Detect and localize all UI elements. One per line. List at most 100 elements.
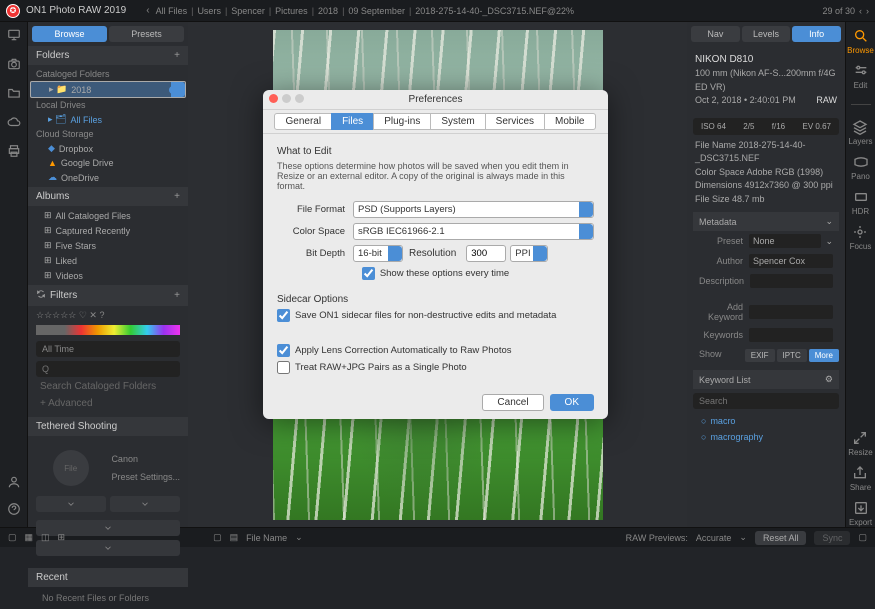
color-space-select[interactable]: sRGB IEC61966-2.1 [353,223,594,240]
sync-button[interactable]: Sync [814,531,850,545]
cloud-storage[interactable]: Cloud Storage [28,127,188,141]
album-liked[interactable]: ⊞ Liked [28,253,188,268]
view-compare-icon[interactable]: ◫ [41,532,50,543]
user-icon[interactable] [7,475,21,492]
ok-button[interactable]: OK [550,394,594,411]
cloud-icon[interactable] [7,115,21,132]
raw-previews-mode[interactable]: Accurate [696,533,732,543]
albums-section[interactable]: Albums+ [28,187,188,206]
keyword-search[interactable] [693,393,839,409]
mtab-general[interactable]: General [274,113,332,130]
tab-browse[interactable]: Browse [32,26,107,42]
keyword-macro[interactable]: macro [693,413,839,429]
keyword-list-header[interactable]: Keyword List⚙ [693,370,839,389]
tether-dd2[interactable] [110,496,180,512]
search-cataloged[interactable]: Search Cataloged Folders [36,379,180,394]
filters-section[interactable]: Filters+ [28,285,188,306]
tether-section[interactable]: Tethered Shooting [28,417,188,436]
show-every-checkbox[interactable] [362,267,375,280]
color-filter-strip[interactable] [36,325,180,335]
folders-section[interactable]: Folders+ [28,46,188,65]
rtab-levels[interactable]: Levels [742,26,791,42]
add-album-icon[interactable]: + [174,191,180,202]
search-input[interactable] [36,361,180,377]
cloud-gdrive[interactable]: ▲Google Drive [28,156,188,170]
mtab-services[interactable]: Services [485,113,545,130]
folder-2018[interactable]: ▸ 📁2018 [30,81,186,98]
print-icon[interactable] [7,144,21,161]
mtab-mobile[interactable]: Mobile [544,113,595,130]
tether-dd1[interactable] [36,496,106,512]
album-videos[interactable]: ⊞ Videos [28,268,188,283]
time-filter[interactable] [36,341,180,357]
breadcrumb[interactable]: All Files| Users| Spencer| Pictures| 201… [156,6,574,16]
rtab-nav[interactable]: Nav [691,26,740,42]
add-keyword-field[interactable] [749,305,833,319]
keyword-macrography[interactable]: macrography [693,429,839,445]
mode-focus[interactable]: Focus [850,224,872,251]
stops-value: 2/5 [743,122,754,131]
pill-exif[interactable]: EXIF [745,349,775,362]
mtab-plugins[interactable]: Plug-ins [373,113,431,130]
camera-icon[interactable] [7,57,21,74]
cancel-button[interactable]: Cancel [482,394,543,411]
pill-more[interactable]: More [809,349,839,362]
mode-export[interactable]: Export [849,500,872,527]
mode-layers[interactable]: Layers [848,119,872,146]
folder-icon[interactable] [7,86,21,103]
album-all[interactable]: ⊞ All Cataloged Files [28,208,188,223]
author-field[interactable]: Spencer Cox [749,254,833,268]
tether-trigger[interactable]: File [53,450,89,486]
rtab-info[interactable]: Info [792,26,841,42]
toggle-panel-icon[interactable]: ▢ [858,532,867,543]
keywords-field[interactable] [749,328,833,342]
metadata-header[interactable]: Metadata⌄ [693,212,839,231]
view-grid-icon[interactable]: ▦ [25,532,34,543]
view-single-icon[interactable]: ▢ [8,532,17,543]
treat-raw-checkbox[interactable] [277,361,290,374]
next-icon[interactable]: › [866,6,869,16]
dimensions-info: Dimensions 4912x7360 @ 300 ppi [695,179,837,193]
prev-icon[interactable]: ‹ [859,6,862,16]
mode-resize[interactable]: Resize [848,430,872,457]
what-to-edit-desc: These options determine how photos will … [277,161,594,191]
mode-pano[interactable]: Pano [851,154,870,181]
ppi-select[interactable]: PPI [510,245,548,262]
mode-hdr[interactable]: HDR [852,189,869,216]
save-sidecar-checkbox[interactable] [277,309,290,322]
close-icon[interactable] [269,94,278,103]
gear-icon[interactable]: ⚙ [825,374,833,385]
display-icon[interactable] [7,28,21,45]
album-fivestars[interactable]: ⊞ Five Stars [28,238,188,253]
add-filter-icon[interactable]: + [174,290,180,301]
view-map-icon[interactable]: ⊞ [58,532,66,543]
file-format-select[interactable]: PSD (Supports Layers) [353,201,594,218]
cataloged-folders[interactable]: Cataloged Folders [28,67,188,81]
all-files[interactable]: ▸ 🗂 All Files [28,112,188,127]
mtab-files[interactable]: Files [331,113,374,130]
reset-all-button[interactable]: Reset All [755,531,807,545]
album-recent[interactable]: ⊞ Captured Recently [28,223,188,238]
help-icon[interactable] [7,502,21,519]
refresh-icon[interactable] [36,289,46,302]
cloud-onedrive[interactable]: ☁OneDrive [28,170,188,185]
mtab-system[interactable]: System [430,113,485,130]
mode-edit[interactable]: Edit [853,63,869,90]
tab-presets[interactable]: Presets [109,26,184,42]
add-folder-icon[interactable]: + [174,50,180,61]
local-drives[interactable]: Local Drives [28,98,188,112]
advanced-filter[interactable]: + Advanced [36,394,180,413]
bit-depth-select[interactable]: 16-bit [353,245,403,262]
recent-section[interactable]: Recent [28,568,188,587]
description-field[interactable] [750,274,833,288]
back-icon[interactable]: ‹ [146,5,149,16]
resolution-input[interactable] [466,245,506,262]
mode-browse[interactable]: Browse [847,28,874,55]
lens-correction-checkbox[interactable] [277,344,290,357]
mode-share[interactable]: Share [850,465,871,492]
cloud-dropbox[interactable]: ◆Dropbox [28,141,188,156]
preset-select[interactable]: None [749,234,821,248]
pill-iptc[interactable]: IPTC [777,349,807,362]
preset-settings[interactable]: Preset Settings... [111,472,180,482]
chevron-down-icon[interactable]: ⌄ [825,216,833,227]
